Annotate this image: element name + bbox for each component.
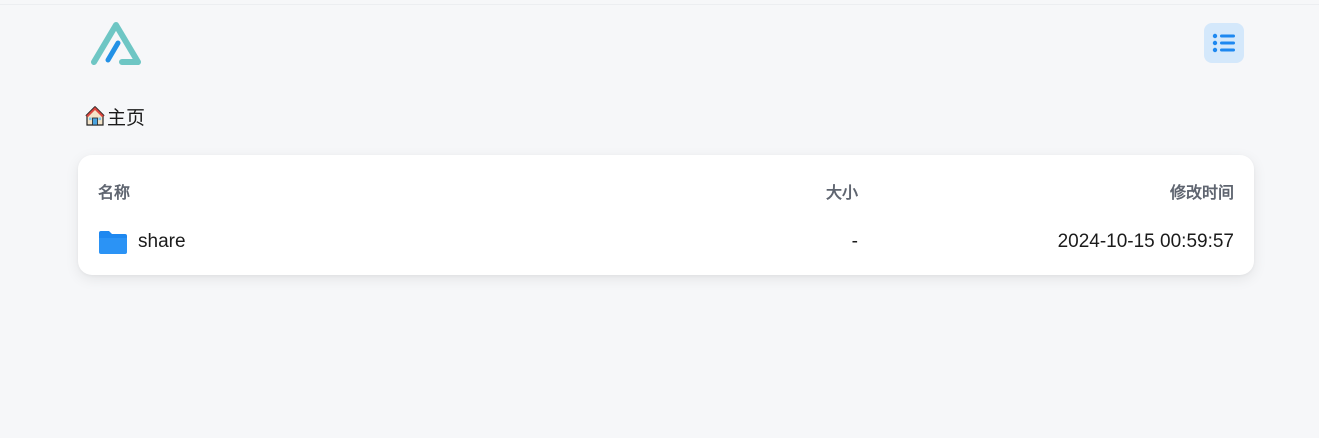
breadcrumb-home-link[interactable]: 主页 [107,103,145,130]
top-border [0,0,1319,5]
table-row[interactable]: share - 2024-10-15 00:59:57 [78,219,1254,263]
column-header-name[interactable]: 名称 [98,179,130,203]
menu-button[interactable] [1204,23,1244,63]
file-size: - [851,231,858,252]
list-icon [1212,33,1235,53]
file-modified: 2024-10-15 00:59:57 [1057,231,1234,252]
folder-icon [98,229,128,255]
column-header-modified[interactable]: 修改时间 [1170,179,1234,203]
file-list: 名称 大小 修改时间 share - 2024-10-15 00:59:57 [78,155,1254,275]
alist-logo[interactable] [88,19,144,67]
column-header-size[interactable]: 大小 [826,179,858,203]
breadcrumb: 主页 [84,103,145,130]
house-icon[interactable] [84,105,106,127]
file-name[interactable]: share [138,231,186,253]
